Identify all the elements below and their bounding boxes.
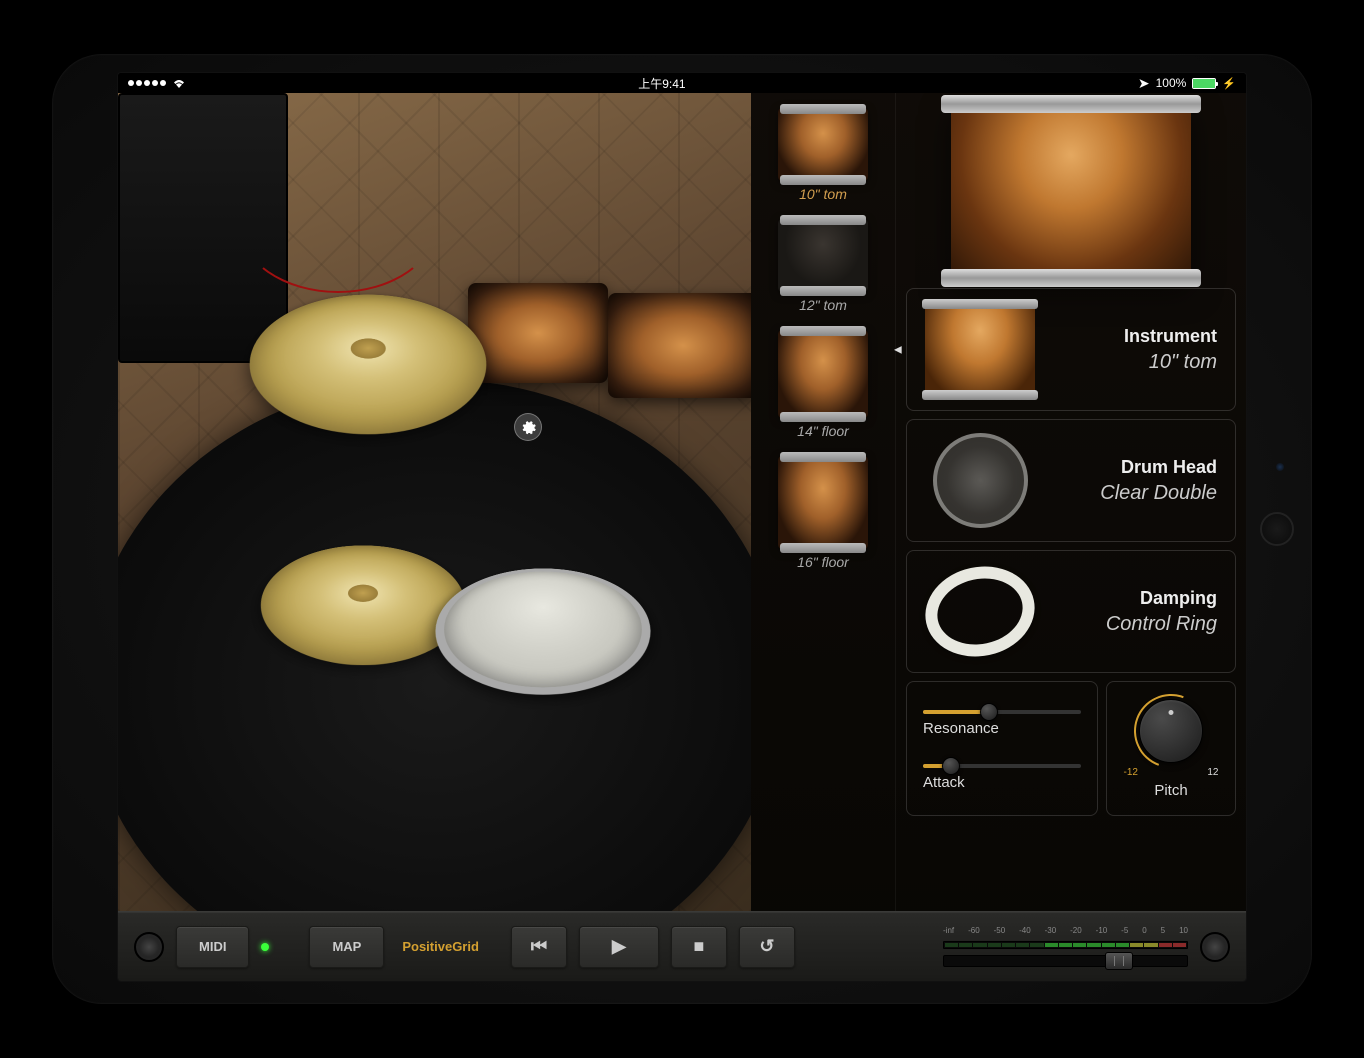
master-volume-slider[interactable]: [943, 955, 1188, 967]
drum-settings-button[interactable]: [514, 413, 542, 441]
play-button[interactable]: ▶: [579, 926, 659, 968]
slider-label: Resonance: [923, 720, 1081, 737]
play-icon: ▶: [612, 936, 626, 957]
instrument-detail: Instrument 10" tom Drum Head Clear Doubl…: [896, 93, 1246, 911]
output-jack-icon: [1200, 932, 1230, 962]
signal-strength-icon: [128, 80, 166, 86]
cable-red: [238, 153, 438, 293]
floor-tom-preview-icon: [951, 101, 1191, 281]
tom-thumb-icon: [778, 329, 868, 419]
param-title: Drum Head: [1042, 457, 1217, 478]
tom-thumb-icon: [778, 218, 868, 293]
param-title: Damping: [1049, 588, 1217, 609]
tom-drum-1[interactable]: [468, 283, 608, 383]
battery-icon: [1192, 78, 1216, 89]
stop-icon: ■: [693, 936, 704, 957]
tom-drum-2[interactable]: [608, 293, 751, 398]
tom-thumb-icon: [778, 107, 868, 182]
pitch-card: -12 12 Pitch: [1106, 681, 1236, 816]
param-value: 10" tom: [1049, 351, 1217, 374]
meter-scale: -inf-60-50-40-30-20-10-50510: [943, 926, 1188, 935]
stop-button[interactable]: ■: [671, 926, 727, 968]
midi-led-icon: [261, 943, 269, 951]
damping-ring-icon: [925, 564, 1035, 659]
instrument-thumb-icon: [925, 302, 1035, 397]
tom-item-10[interactable]: 10" tom: [759, 103, 887, 206]
tom-item-label: 14" floor: [759, 423, 887, 439]
tom-item-16[interactable]: 16" floor: [759, 451, 887, 574]
gear-icon: [520, 419, 536, 435]
tom-thumb-icon: [778, 455, 868, 550]
pitch-max: 12: [1207, 767, 1218, 778]
drum-head-thumb-icon: [933, 433, 1028, 528]
map-button[interactable]: MAP: [309, 926, 384, 968]
slider-label: Attack: [923, 774, 1081, 791]
skip-back-icon: ⏮: [531, 936, 547, 957]
resonance-attack-card: Resonance Attack: [906, 681, 1098, 816]
screen: 上午9:41 ➤ 100% ⚡: [117, 72, 1247, 982]
attack-slider[interactable]: [923, 764, 1081, 768]
tom-item-label: 12" tom: [759, 297, 887, 313]
battery-percent: 100%: [1156, 76, 1187, 90]
loop-icon: ↺: [759, 936, 774, 957]
pitch-label: Pitch: [1154, 782, 1187, 799]
param-damping[interactable]: Damping Control Ring: [906, 550, 1236, 673]
drum-kit-view[interactable]: [118, 93, 751, 911]
instrument-panel: 10" tom 12" tom 14" floor 16" floor: [751, 93, 1246, 911]
brand-label: PositiveGrid: [402, 939, 479, 954]
status-bar: 上午9:41 ➤ 100% ⚡: [118, 73, 1246, 93]
wifi-icon: [172, 78, 186, 88]
pitch-min: -12: [1124, 767, 1138, 778]
prev-button[interactable]: ⏮: [511, 926, 567, 968]
param-title: Instrument: [1049, 326, 1217, 347]
input-jack-icon: [134, 932, 164, 962]
status-time: 上午9:41: [638, 75, 685, 92]
location-icon: ➤: [1138, 75, 1150, 92]
resonance-slider[interactable]: [923, 710, 1081, 714]
midi-button[interactable]: MIDI: [176, 926, 249, 968]
home-button[interactable]: [1260, 512, 1294, 546]
param-drum-head[interactable]: Drum Head Clear Double: [906, 419, 1236, 542]
pitch-arc-icon: [1122, 681, 1220, 779]
loop-button[interactable]: ↺: [739, 926, 795, 968]
param-value: Clear Double: [1042, 482, 1217, 505]
instrument-preview: [906, 93, 1236, 288]
ipad-frame: 上午9:41 ➤ 100% ⚡: [52, 54, 1312, 1004]
tom-selector-list: 10" tom 12" tom 14" floor 16" floor: [751, 93, 896, 911]
tom-item-label: 10" tom: [759, 186, 887, 202]
level-meter: [943, 941, 1188, 949]
camera-dot: [1276, 463, 1284, 471]
tom-item-14[interactable]: 14" floor: [759, 325, 887, 443]
tom-item-12[interactable]: 12" tom: [759, 214, 887, 317]
charging-icon: ⚡: [1222, 77, 1236, 90]
output-meter: -inf-60-50-40-30-20-10-50510: [943, 926, 1188, 967]
param-instrument[interactable]: Instrument 10" tom: [906, 288, 1236, 411]
transport-toolbar: MIDI MAP PositiveGrid ⏮ ▶ ■ ↺ -inf-60-50…: [118, 911, 1246, 981]
tom-item-label: 16" floor: [759, 554, 887, 570]
param-value: Control Ring: [1049, 613, 1217, 636]
